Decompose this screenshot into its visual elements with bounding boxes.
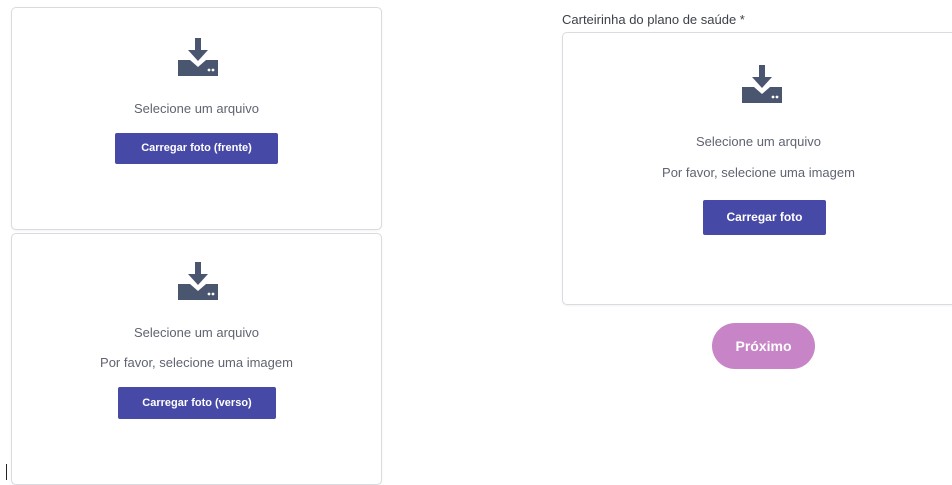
upload-card-front[interactable]: Selecione um arquivo Carregar foto (fren… xyxy=(11,7,382,230)
select-image-hint: Por favor, selecione uma imagem xyxy=(100,355,293,370)
select-file-text: Selecione um arquivo xyxy=(133,101,260,116)
upload-front-photo-button[interactable]: Carregar foto (frente) xyxy=(115,133,278,164)
upload-health-plan-photo-button[interactable]: Carregar foto xyxy=(703,200,826,235)
select-image-hint: Por favor, selecione uma imagem xyxy=(662,165,855,180)
select-file-text: Selecione um arquivo xyxy=(695,134,822,149)
download-tray-icon xyxy=(178,262,218,300)
select-file-text: Selecione um arquivo xyxy=(133,325,260,340)
upload-card-back[interactable]: Selecione um arquivo Por favor, selecion… xyxy=(11,233,382,485)
upload-page: Selecione um arquivo Carregar foto (fren… xyxy=(0,0,952,485)
download-tray-icon xyxy=(742,65,782,103)
text-cursor xyxy=(6,464,7,480)
health-plan-card-label: Carteirinha do plano de saúde * xyxy=(562,12,745,27)
upload-back-photo-button[interactable]: Carregar foto (verso) xyxy=(118,387,276,419)
upload-card-health-plan[interactable]: Selecione um arquivo Por favor, selecion… xyxy=(562,32,952,305)
next-button[interactable]: Próximo xyxy=(712,323,815,369)
download-tray-icon xyxy=(178,38,218,76)
